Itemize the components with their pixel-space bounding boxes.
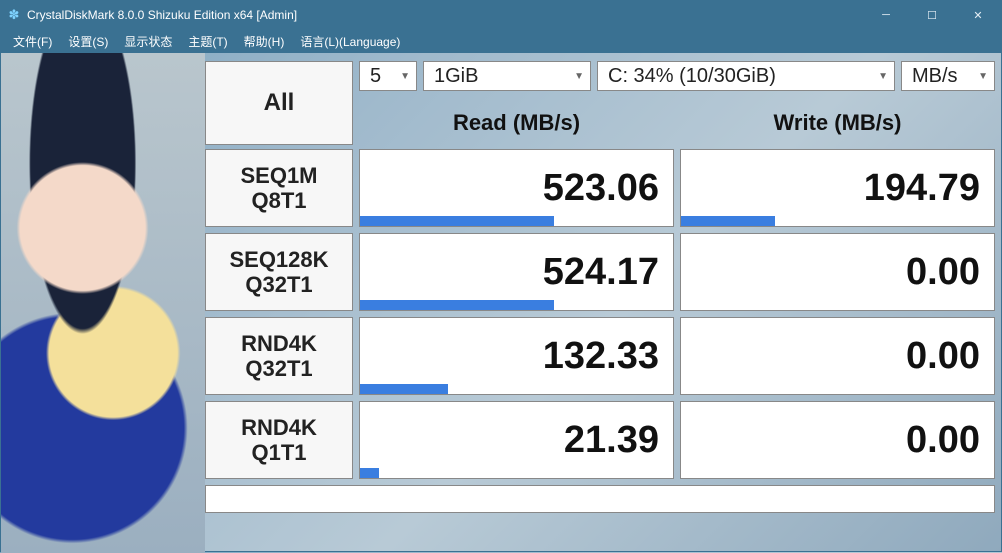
- write-cell: 0.00: [680, 401, 995, 479]
- close-button[interactable]: ✕: [955, 1, 1001, 29]
- minimize-button[interactable]: ─: [863, 1, 909, 29]
- test-label-1: RND4K: [241, 331, 317, 356]
- bench-row: RND4KQ1T1 21.39 0.00: [205, 401, 995, 479]
- test-button-2[interactable]: RND4KQ32T1: [205, 317, 353, 395]
- test-label-1: SEQ1M: [240, 163, 317, 188]
- test-label-2: Q1T1: [251, 440, 306, 465]
- read-value: 21.39: [564, 419, 659, 462]
- bench-row: RND4KQ32T1 132.33 0.00: [205, 317, 995, 395]
- menu-theme[interactable]: 主题(T): [180, 30, 235, 53]
- drive-value: C: 34% (10/30GiB): [608, 65, 776, 88]
- write-value: 194.79: [864, 167, 980, 210]
- write-value: 0.00: [906, 335, 980, 378]
- test-button-1[interactable]: SEQ128KQ32T1: [205, 233, 353, 311]
- write-cell: 0.00: [680, 233, 995, 311]
- read-bar: [360, 384, 448, 394]
- menu-language[interactable]: 语言(L)(Language): [292, 30, 408, 53]
- test-size-dropdown[interactable]: 1GiB ▼: [423, 61, 591, 91]
- test-button-0[interactable]: SEQ1MQ8T1: [205, 149, 353, 227]
- mascot-art: [1, 53, 205, 553]
- read-cell: 21.39: [359, 401, 674, 479]
- header-write: Write (MB/s): [680, 103, 995, 143]
- menu-settings[interactable]: 设置(S): [60, 30, 116, 53]
- titlebar: ✽ CrystalDiskMark 8.0.0 Shizuku Edition …: [1, 1, 1001, 29]
- test-label-2: Q32T1: [245, 356, 312, 381]
- write-cell: 194.79: [680, 149, 995, 227]
- run-count-dropdown[interactable]: 5 ▼: [359, 61, 417, 91]
- menu-display[interactable]: 显示状态: [116, 30, 180, 53]
- unit-value: MB/s: [912, 65, 958, 88]
- read-cell: 132.33: [359, 317, 674, 395]
- test-label-1: RND4K: [241, 415, 317, 440]
- test-label-1: SEQ128K: [229, 247, 328, 272]
- read-bar: [360, 216, 554, 226]
- chevron-down-icon: ▼: [400, 71, 410, 82]
- read-value: 132.33: [543, 335, 659, 378]
- window-title: CrystalDiskMark 8.0.0 Shizuku Edition x6…: [27, 8, 297, 22]
- menubar: 文件(F) 设置(S) 显示状态 主题(T) 帮助(H) 语言(L)(Langu…: [1, 29, 1001, 53]
- read-cell: 524.17: [359, 233, 674, 311]
- read-value: 523.06: [543, 167, 659, 210]
- drive-dropdown[interactable]: C: 34% (10/30GiB) ▼: [597, 61, 895, 91]
- status-bar: [205, 485, 995, 513]
- bench-row: SEQ128KQ32T1 524.17 0.00: [205, 233, 995, 311]
- header-read: Read (MB/s): [359, 103, 674, 143]
- run-count-value: 5: [370, 65, 381, 88]
- write-cell: 0.00: [680, 317, 995, 395]
- bench-row: SEQ1MQ8T1 523.06 194.79: [205, 149, 995, 227]
- test-label-2: Q8T1: [251, 188, 306, 213]
- write-value: 0.00: [906, 251, 980, 294]
- app-icon: ✽: [7, 8, 21, 22]
- chevron-down-icon: ▼: [878, 71, 888, 82]
- maximize-button[interactable]: ☐: [909, 1, 955, 29]
- read-bar: [360, 468, 379, 478]
- chevron-down-icon: ▼: [978, 71, 988, 82]
- content-area: All 5 ▼ 1GiB ▼ C: 34% (10/30GiB) ▼ MB/s …: [205, 61, 995, 545]
- unit-dropdown[interactable]: MB/s ▼: [901, 61, 995, 91]
- menu-file[interactable]: 文件(F): [5, 30, 60, 53]
- test-label-2: Q32T1: [245, 272, 312, 297]
- chevron-down-icon: ▼: [574, 71, 584, 82]
- write-value: 0.00: [906, 419, 980, 462]
- test-size-value: 1GiB: [434, 65, 478, 88]
- menu-help[interactable]: 帮助(H): [236, 30, 293, 53]
- test-button-3[interactable]: RND4KQ1T1: [205, 401, 353, 479]
- read-value: 524.17: [543, 251, 659, 294]
- write-bar: [681, 216, 775, 226]
- read-cell: 523.06: [359, 149, 674, 227]
- read-bar: [360, 300, 554, 310]
- all-button[interactable]: All: [205, 61, 353, 145]
